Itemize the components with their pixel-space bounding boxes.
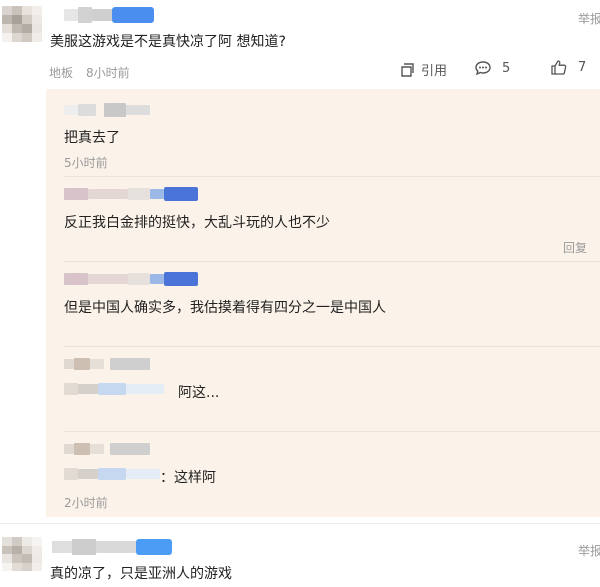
mention-redacted[interactable]: [64, 382, 164, 396]
report-link[interactable]: 举报: [578, 542, 600, 559]
comment-text: 真的凉了，只是亚洲人的游戏: [50, 566, 232, 582]
report-link[interactable]: 举报: [578, 10, 600, 27]
comment-count: 5: [502, 60, 511, 76]
reply-time: 2小时前: [64, 496, 108, 510]
reply-divider: [64, 261, 600, 262]
reply-time: 5小时前: [64, 156, 108, 170]
thumbs-up-icon: [550, 59, 568, 76]
like-count: 7: [578, 60, 587, 75]
username-redacted[interactable]: [64, 7, 154, 23]
floor-label: 地板: [49, 66, 74, 80]
reply-divider: [64, 176, 600, 177]
quote-button[interactable]: 引用: [399, 60, 447, 79]
quote-icon: [399, 62, 415, 78]
reply-username-redacted[interactable]: [64, 272, 198, 286]
avatar[interactable]: [2, 537, 42, 571]
reply-username-redacted[interactable]: [64, 187, 198, 201]
reply-text: 阿这...: [178, 385, 220, 401]
reply-username-redacted[interactable]: [64, 357, 150, 371]
comment-text: 美服这游戏是不是真快凉了阿 想知道?: [50, 34, 286, 50]
reply-divider: [64, 346, 600, 347]
mention-redacted[interactable]: [64, 467, 160, 481]
reply-username-redacted[interactable]: [64, 103, 150, 117]
avatar[interactable]: [2, 6, 42, 42]
reply-divider: [64, 431, 600, 432]
quote-label: 引用: [421, 64, 448, 79]
reply-username-redacted[interactable]: [64, 442, 150, 456]
reply-link[interactable]: 回复: [563, 239, 587, 256]
replies-panel: 把真去了 5小时前 反正我白金排的挺快，大乱斗玩的人也不少 回复 但是中国人确实…: [46, 89, 600, 517]
comment-divider: [0, 523, 600, 524]
reply-text: ：这样阿: [160, 470, 216, 486]
like-button[interactable]: 7: [550, 59, 586, 76]
comment-bubble-icon: [474, 60, 492, 76]
username-redacted[interactable]: [52, 539, 172, 555]
comment-time: 8小时前: [86, 66, 130, 80]
reply-text: 但是中国人确实多，我估摸着得有四分之一是中国人: [64, 300, 386, 316]
comment-count-button[interactable]: 5: [474, 60, 510, 76]
reply-text: 把真去了: [64, 130, 120, 146]
reply-text: 反正我白金排的挺快，大乱斗玩的人也不少: [64, 215, 330, 231]
